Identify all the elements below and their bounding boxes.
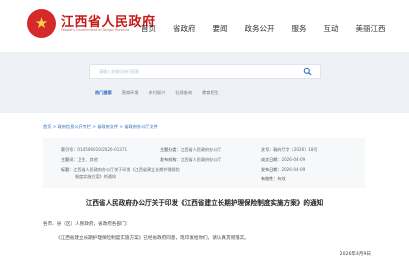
quick-link[interactable]: 社保查询 — [175, 90, 192, 96]
meta-value: 卫生、其他 — [77, 157, 98, 162]
meta-label: 有效性： — [261, 176, 278, 181]
emblem-icon[interactable]: ★ — [27, 9, 56, 38]
document-salutation: 各市、县（区）人民政府，省政府各部门： — [43, 222, 131, 227]
nav-item-news[interactable]: 要闻 — [213, 23, 228, 34]
meta-row: 索引号：014506010/2026-01371 — [61, 147, 127, 153]
meta-value: 江西省人民政府办公厅 — [180, 147, 222, 152]
meta-row: 文号：赣府厅字〔2026〕18号 — [261, 147, 318, 153]
meta-value: 2026-04-09 — [281, 167, 306, 172]
meta-label: 主题分类： — [160, 147, 181, 152]
meta-row: 有效性：有效 — [261, 176, 286, 182]
meta-value: 江西省人民政府办公厅关于印发《江西省建立长期护理保险 — [73, 167, 180, 172]
meta-value: 2026-04-09 — [281, 157, 306, 162]
site-header: ★ 江西省人民政府 People's Government of Jiangxi… — [0, 0, 409, 52]
document-title: 江西省人民政府办公厅关于印发《江西省建立长期护理保险制度实施方案》的通知 — [85, 199, 324, 207]
quick-link[interactable]: 乡村振兴 — [149, 90, 166, 96]
meta-value: 014506010/2026-01371 — [77, 147, 128, 152]
meta-row: 发布日期：2026-04-09 — [261, 167, 305, 173]
nav-item-government[interactable]: 省政府 — [173, 23, 196, 34]
quick-link[interactable]: 教育招生 — [202, 90, 219, 96]
meta-value: 制度实施方案》的通知 — [75, 174, 116, 179]
meta-label: 索引号： — [61, 147, 78, 152]
meta-value: 赣府厅字〔2026〕18号 — [273, 147, 318, 152]
document-meta-table: 索引号：014506010/2026-01371 主题分类：江西省人民政府办公厅… — [43, 138, 365, 188]
meta-value: 有效 — [277, 176, 286, 181]
nav-item-open-government[interactable]: 政务公开 — [245, 23, 275, 34]
meta-row: 主题词：卫生、其他 — [61, 157, 98, 163]
meta-label: 成文日期： — [261, 157, 282, 162]
meta-value: 江西省人民政府办公厅 — [180, 157, 222, 162]
meta-row: 成文日期：2026-04-09 — [261, 157, 305, 163]
search-input[interactable]: 请输入关键词进行搜索 — [99, 69, 139, 75]
meta-row: 发布机构：江西省人民政府办公厅 — [160, 157, 221, 163]
site-subtitle: People's Government of Jiangxi Province — [61, 28, 130, 32]
main-nav: 首页 省政府 要闻 政务公开 服务 互动 美丽江西 — [141, 23, 403, 34]
meta-label: 主题词： — [61, 157, 78, 162]
quick-link[interactable]: 热门搜索 — [95, 90, 112, 96]
meta-label: 文号： — [261, 147, 274, 152]
search-banner — [0, 52, 409, 113]
breadcrumb[interactable]: 首页 > 政府信息公开专栏 > 省政府文件 > 省政府办公厅文件 — [43, 124, 158, 130]
document-date: 2026年4月9日 — [339, 252, 371, 257]
quick-search-links: 热门搜索 营商环境 乡村振兴 社保查询 教育招生 — [95, 90, 229, 96]
quick-link[interactable]: 营商环境 — [122, 90, 139, 96]
search-icon[interactable] — [303, 67, 312, 76]
nav-item-interaction[interactable]: 互动 — [324, 23, 339, 34]
meta-label: 发布日期： — [261, 167, 282, 172]
meta-row: 标题：江西省人民政府办公厅关于印发《江西省建立长期护理保险 — [61, 167, 180, 173]
document-paragraph: 《江西省建立长期护理保险制度实施方案》已经省政府同意，现印发给你们，请认真贯彻落… — [56, 236, 249, 241]
meta-row: 制度实施方案》的通知 — [75, 174, 116, 180]
search-box[interactable]: 请输入关键词进行搜索 — [89, 64, 321, 79]
meta-row: 主题分类：江西省人民政府办公厅 — [160, 147, 221, 153]
nav-item-home[interactable]: 首页 — [141, 23, 156, 34]
meta-label: 发布机构： — [160, 157, 181, 162]
nav-item-beautiful-jiangxi[interactable]: 美丽江西 — [356, 23, 386, 34]
meta-label: 标题： — [61, 167, 74, 172]
nav-item-services[interactable]: 服务 — [292, 23, 307, 34]
